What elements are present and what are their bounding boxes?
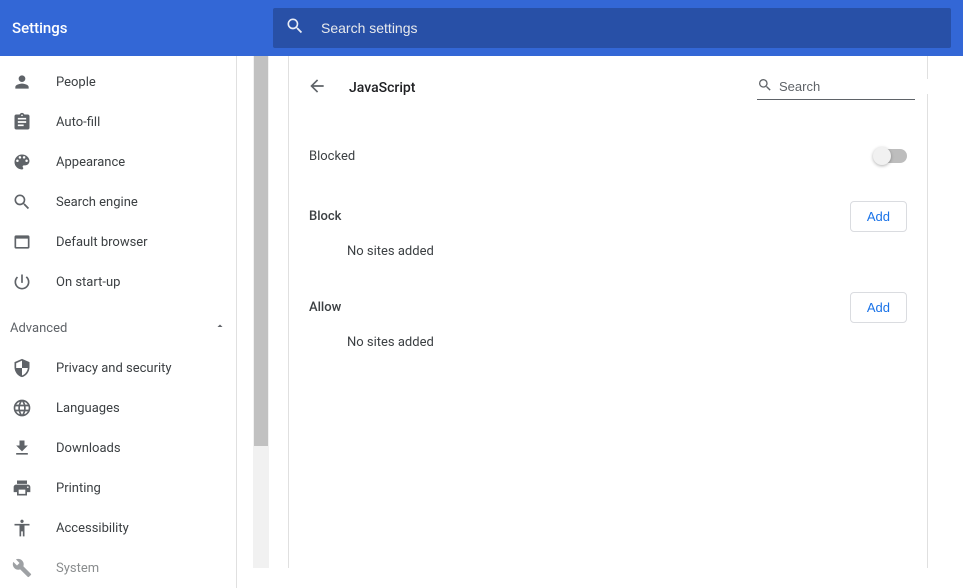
sidebar-item-appearance[interactable]: Appearance [0,142,236,182]
sidebar-item-printing[interactable]: Printing [0,468,236,508]
blocked-label: Blocked [309,149,355,164]
sidebar-item-people[interactable]: People [0,62,236,102]
block-section-title: Block [309,209,341,224]
allow-section-title: Allow [309,300,341,315]
sidebar: People Auto-fill Appearance Search engin… [0,56,237,588]
advanced-label: Advanced [10,321,67,336]
sidebar-item-downloads[interactable]: Downloads [0,428,236,468]
search-icon [12,192,32,212]
palette-icon [12,152,32,172]
sidebar-item-label: Appearance [56,155,125,170]
block-section-header: Block Add [289,188,927,244]
blocked-toggle-row: Blocked [289,124,927,188]
content-area: JavaScript Blocked Block Add No sites ad… [253,56,963,568]
sidebar-item-label: Auto-fill [56,115,100,130]
sidebar-item-label: Search engine [56,195,138,210]
global-search-input[interactable] [321,20,939,36]
block-empty-text: No sites added [289,244,927,279]
sidebar-item-label: Accessibility [56,521,129,536]
advanced-toggle[interactable]: Advanced [0,308,236,348]
app-header: Settings [0,0,963,56]
toggle-knob [873,147,891,165]
sidebar-item-autofill[interactable]: Auto-fill [0,102,236,142]
accessibility-icon [12,518,32,538]
search-icon [757,77,773,97]
page-header: JavaScript [289,56,927,112]
search-icon [285,16,305,40]
page-search-input[interactable] [779,79,955,94]
allow-empty-text: No sites added [289,335,927,370]
person-icon [12,72,32,92]
allow-section-header: Allow Add [289,279,927,335]
sidebar-item-default-browser[interactable]: Default browser [0,222,236,262]
blocked-toggle[interactable] [875,149,907,163]
arrow-back-icon [307,76,327,100]
sidebar-item-system[interactable]: System [0,548,236,588]
clipboard-icon [12,112,32,132]
globe-icon [12,398,32,418]
sidebar-item-label: Languages [56,401,120,416]
printer-icon [12,478,32,498]
sidebar-item-languages[interactable]: Languages [0,388,236,428]
sidebar-item-label: Printing [56,481,101,496]
power-icon [12,272,32,292]
chevron-up-icon [214,320,226,336]
shield-icon [12,358,32,378]
page-search-box[interactable] [757,77,915,100]
sidebar-item-label: Default browser [56,235,148,250]
sidebar-item-search-engine[interactable]: Search engine [0,182,236,222]
app-title: Settings [0,19,273,37]
sidebar-item-label: On start-up [56,275,120,290]
browser-icon [12,232,32,252]
sidebar-item-on-startup[interactable]: On start-up [0,262,236,302]
page-title: JavaScript [349,80,415,96]
sidebar-item-label: Downloads [56,441,121,456]
sidebar-item-privacy[interactable]: Privacy and security [0,348,236,388]
global-search-box[interactable] [273,8,951,48]
add-allow-button[interactable]: Add [850,292,907,323]
download-icon [12,438,32,458]
sidebar-item-label: Privacy and security [56,361,172,376]
wrench-icon [12,558,32,578]
back-button[interactable] [301,72,333,104]
sidebar-item-label: System [56,561,99,576]
sidebar-item-accessibility[interactable]: Accessibility [0,508,236,548]
sidebar-item-label: People [56,75,96,90]
add-block-button[interactable]: Add [850,201,907,232]
